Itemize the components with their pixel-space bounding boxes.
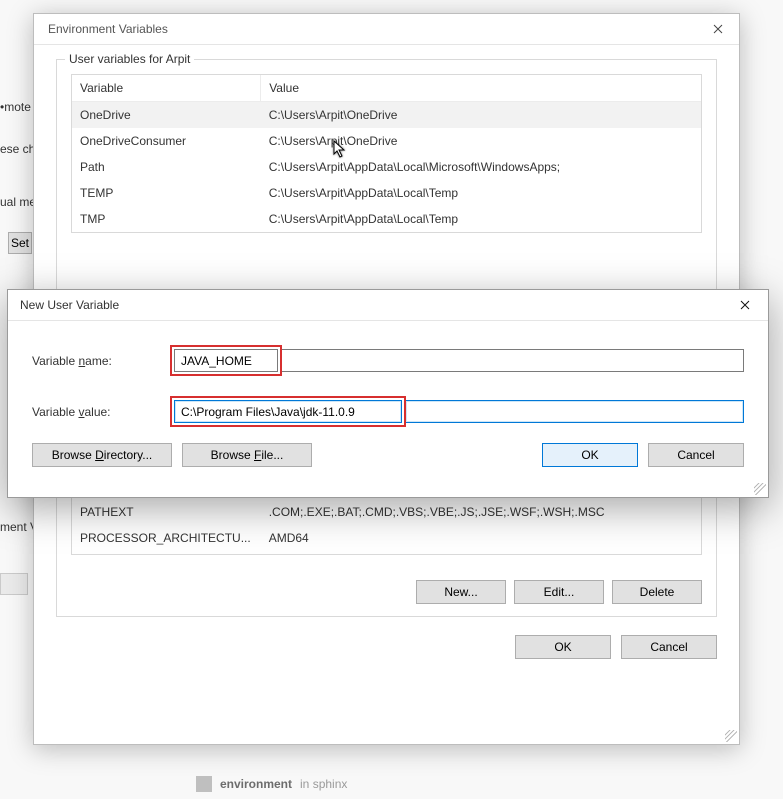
- variable-name-input[interactable]: [174, 349, 278, 372]
- variable-name-label: Variable name:: [32, 354, 172, 368]
- sys-edit-button[interactable]: Edit...: [514, 580, 604, 604]
- table-row[interactable]: OneDriveConsumer C:\Users\Arpit\OneDrive: [72, 128, 701, 154]
- sys-vars-button-row: New... Edit... Delete: [416, 580, 702, 604]
- cell-value: C:\Users\Arpit\OneDrive: [261, 102, 701, 128]
- user-variables-header: Variable Value: [72, 75, 701, 102]
- nuv-titlebar[interactable]: New User Variable: [8, 290, 768, 321]
- cell-variable: OneDriveConsumer: [72, 128, 261, 154]
- variable-value-label: Variable value:: [32, 405, 172, 419]
- cell-value: C:\Users\Arpit\AppData\Local\Temp: [261, 180, 701, 206]
- browse-file-button[interactable]: Browse File...: [182, 443, 312, 467]
- table-row[interactable]: OneDrive C:\Users\Arpit\OneDrive: [72, 102, 701, 128]
- bg-frag-ese-ch: ese ch: [0, 142, 35, 156]
- bg-frag-remote: •mote: [0, 100, 31, 114]
- sys-delete-button[interactable]: Delete: [612, 580, 702, 604]
- resize-grip-icon[interactable]: [725, 730, 737, 742]
- nuv-close-button[interactable]: [722, 290, 768, 321]
- footer-search-result[interactable]: environment in sphinx: [196, 776, 347, 792]
- env-ok-button[interactable]: OK: [515, 635, 611, 659]
- close-icon: [740, 299, 750, 313]
- cell-value: C:\Users\Arpit\AppData\Local\Microsoft\W…: [261, 154, 701, 180]
- table-row[interactable]: TMP C:\Users\Arpit\AppData\Local\Temp: [72, 206, 701, 232]
- bg-frag-ual-me: ual me: [0, 195, 36, 209]
- cell-variable: OneDrive: [72, 102, 261, 128]
- env-dlg-footer: OK Cancel: [34, 629, 739, 673]
- cell-value: .COM;.EXE;.BAT;.CMD;.VBS;.VBE;.JS;.JSE;.…: [261, 499, 701, 525]
- footer-env-label: environment: [220, 777, 292, 791]
- nuv-cancel-button[interactable]: Cancel: [648, 443, 744, 467]
- col-header-variable[interactable]: Variable: [72, 75, 261, 102]
- table-row[interactable]: PATHEXT .COM;.EXE;.BAT;.CMD;.VBS;.VBE;.J…: [72, 499, 701, 525]
- sys-new-button[interactable]: New...: [416, 580, 506, 604]
- resize-grip-icon[interactable]: [754, 483, 766, 495]
- cell-variable: PROCESSOR_ARCHITECTU...: [72, 525, 261, 551]
- col-header-value[interactable]: Value: [261, 75, 701, 102]
- variable-value-input-ext[interactable]: [406, 400, 744, 423]
- table-row[interactable]: TEMP C:\Users\Arpit\AppData\Local\Temp: [72, 180, 701, 206]
- cell-variable: TEMP: [72, 180, 261, 206]
- variable-name-input-ext[interactable]: [282, 349, 744, 372]
- nuv-ok-button[interactable]: OK: [542, 443, 638, 467]
- bg-settings-label: Set: [11, 236, 29, 250]
- env-cancel-button[interactable]: Cancel: [621, 635, 717, 659]
- new-user-variable-dialog: New User Variable Variable name: Variabl…: [7, 289, 769, 498]
- cell-value: AMD64: [261, 525, 701, 551]
- cell-value: C:\Users\Arpit\AppData\Local\Temp: [261, 206, 701, 232]
- bg-hidden-button: [0, 573, 28, 595]
- cell-variable: TMP: [72, 206, 261, 232]
- variable-value-input[interactable]: [174, 400, 402, 423]
- user-variables-table-body[interactable]: OneDrive C:\Users\Arpit\OneDrive OneDriv…: [72, 102, 701, 232]
- cell-variable: Path: [72, 154, 261, 180]
- browse-directory-button[interactable]: Browse Directory...: [32, 443, 172, 467]
- env-dlg-close-button[interactable]: [697, 14, 739, 45]
- table-row[interactable]: Path C:\Users\Arpit\AppData\Local\Micros…: [72, 154, 701, 180]
- close-icon: [713, 23, 723, 37]
- env-dlg-titlebar[interactable]: Environment Variables: [34, 14, 739, 45]
- chevron-right-icon: [196, 776, 212, 792]
- cell-value: C:\Users\Arpit\OneDrive: [261, 128, 701, 154]
- user-variables-group-title: User variables for Arpit: [65, 52, 194, 66]
- cell-variable: PATHEXT: [72, 499, 261, 525]
- footer-in-label: in sphinx: [300, 777, 347, 791]
- table-row[interactable]: PROCESSOR_ARCHITECTU... AMD64: [72, 525, 701, 551]
- user-variables-table-wrap: Variable Value OneDrive C:\Users\Arpit\O…: [71, 74, 702, 233]
- bg-settings-button[interactable]: Set: [8, 232, 32, 254]
- nuv-title: New User Variable: [8, 298, 119, 312]
- env-dlg-title: Environment Variables: [34, 22, 168, 36]
